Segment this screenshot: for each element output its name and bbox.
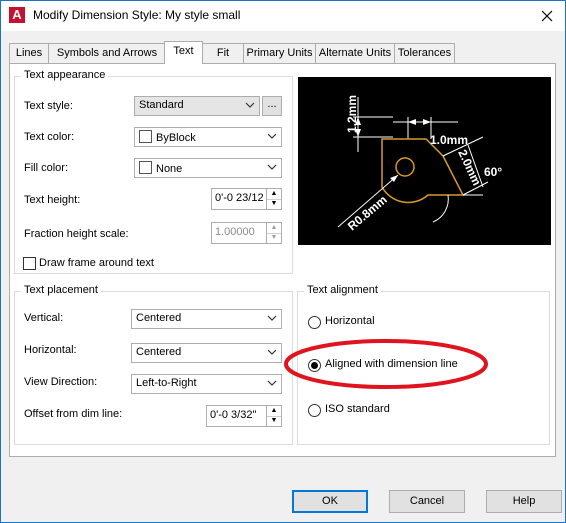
chevron-down-icon: [267, 349, 277, 355]
spin-down-icon[interactable]: ▼: [267, 233, 281, 243]
fill-color-label: Fill color:: [24, 162, 69, 174]
tab-lines[interactable]: Lines: [9, 43, 49, 63]
view-direction-label: View Direction:: [24, 376, 98, 388]
fill-color-dropdown[interactable]: None: [134, 158, 282, 178]
dialog-window: A Modify Dimension Style: My style small…: [0, 0, 566, 523]
text-appearance-title: Text appearance: [21, 69, 109, 81]
offset-label: Offset from dim line:: [24, 408, 123, 420]
close-button[interactable]: [529, 1, 565, 31]
dim-radius-label: R0.8mm: [345, 193, 390, 234]
text-placement-title: Text placement: [21, 284, 101, 296]
radio-iso-standard[interactable]: [308, 404, 321, 417]
close-icon: [541, 10, 553, 22]
ok-button[interactable]: OK: [292, 490, 368, 513]
tab-primary-units[interactable]: Primary Units: [243, 43, 316, 63]
text-color-value: ByBlock: [156, 132, 196, 144]
highlight-ellipse: [284, 339, 488, 389]
vertical-value: Centered: [136, 312, 182, 324]
dim-angle2-label: 60°: [484, 165, 502, 179]
horizontal-value: Centered: [136, 346, 182, 358]
tab-text[interactable]: Text: [164, 41, 203, 64]
tab-tolerances[interactable]: Tolerances: [394, 43, 455, 63]
offset-value: 0'-0 3/32": [210, 409, 257, 421]
vertical-dropdown[interactable]: Centered: [131, 309, 282, 329]
text-style-browse-button[interactable]: ...: [262, 96, 282, 116]
chevron-down-icon: [267, 380, 277, 386]
fill-color-value: None: [156, 163, 183, 175]
view-direction-value: Left-to-Right: [136, 377, 197, 389]
horizontal-label: Horizontal:: [24, 344, 77, 356]
fraction-height-scale-label: Fraction height scale:: [24, 228, 129, 240]
text-height-label: Text height:: [24, 194, 81, 206]
tab-fit[interactable]: Fit: [202, 43, 244, 63]
radio-iso-label: ISO standard: [325, 403, 390, 415]
dim-angle-label: 2.0mm: [455, 147, 484, 187]
text-color-dropdown[interactable]: ByBlock: [134, 127, 282, 147]
color-swatch: [139, 161, 152, 174]
draw-frame-label: Draw frame around text: [39, 257, 154, 269]
spin-down-icon[interactable]: ▼: [267, 199, 281, 209]
text-height-spinner[interactable]: 0'-0 23/12 ▲ ▼: [211, 188, 282, 210]
title-bar: A Modify Dimension Style: My style small: [1, 1, 565, 31]
radio-horizontal[interactable]: [308, 316, 321, 329]
offset-spinner[interactable]: 0'-0 3/32" ▲ ▼: [206, 405, 282, 427]
tab-alternate-units[interactable]: Alternate Units: [315, 43, 395, 63]
fraction-height-scale-spinner[interactable]: 1.00000 ▲ ▼: [211, 222, 282, 244]
tab-symbols-and-arrows[interactable]: Symbols and Arrows: [48, 43, 166, 63]
dim-top-label: 1.2mm: [345, 95, 359, 133]
draw-frame-checkbox[interactable]: [23, 257, 36, 270]
spin-down-icon[interactable]: ▼: [267, 416, 281, 426]
tab-panel-text: Text appearance Text style: Standard ...…: [9, 63, 556, 457]
chevron-down-icon: [267, 164, 277, 170]
color-swatch: [139, 130, 152, 143]
text-alignment-title: Text alignment: [304, 284, 381, 296]
fraction-height-scale-value: 1.00000: [215, 226, 255, 238]
cancel-button[interactable]: Cancel: [389, 490, 465, 513]
dimension-preview: 1.2mm 1.0mm 2.0mm 60° R0.8mm: [298, 77, 551, 245]
vertical-label: Vertical:: [24, 312, 64, 324]
radio-horizontal-label: Horizontal: [325, 315, 375, 327]
text-color-label: Text color:: [24, 131, 75, 143]
text-appearance-group: Text appearance Text style: Standard ...…: [14, 69, 293, 274]
horizontal-dropdown[interactable]: Centered: [131, 343, 282, 363]
chevron-down-icon: [267, 315, 277, 321]
autocad-app-icon: A: [9, 7, 25, 23]
preview-drawing: 1.2mm 1.0mm 2.0mm 60° R0.8mm: [337, 95, 502, 234]
chevron-down-icon: [267, 133, 277, 139]
text-style-dropdown[interactable]: Standard: [134, 96, 260, 116]
text-height-value: 0'-0 23/12: [215, 192, 264, 204]
text-style-label: Text style:: [24, 100, 73, 112]
text-style-value: Standard: [139, 99, 184, 111]
window-title: Modify Dimension Style: My style small: [33, 8, 241, 22]
chevron-down-icon: [245, 102, 255, 108]
view-direction-dropdown[interactable]: Left-to-Right: [131, 374, 282, 394]
dim-right-label: 1.0mm: [430, 133, 468, 147]
text-placement-group: Text placement Vertical: Centered Horizo…: [14, 284, 293, 445]
help-button[interactable]: Help: [486, 490, 562, 513]
tab-strip: Lines Symbols and Arrows Text Fit Primar…: [9, 41, 554, 64]
